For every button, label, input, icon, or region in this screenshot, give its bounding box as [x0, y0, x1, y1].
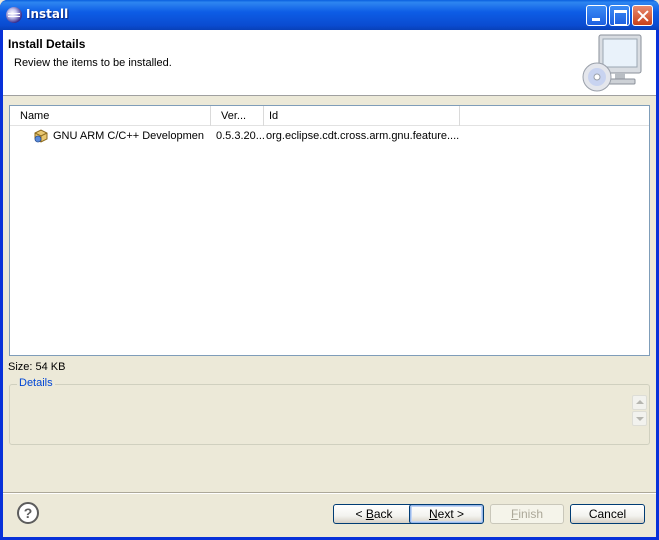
next-label: ext >	[437, 507, 465, 521]
column-header-version[interactable]: Ver...	[216, 106, 264, 126]
finish-button[interactable]: Finish	[490, 504, 564, 524]
back-mnemonic: B	[365, 507, 374, 521]
back-label: ack	[373, 507, 393, 521]
details-group-label: Details	[17, 377, 55, 389]
close-button[interactable]	[632, 5, 653, 26]
item-name: GNU ARM C/C++ Developmen	[53, 130, 204, 142]
install-computer-icon	[582, 34, 642, 92]
window-title: Install	[26, 7, 69, 21]
table-header: Name Ver... Id	[10, 106, 649, 126]
dialog-client-area: Install Details Review the items to be i…	[3, 30, 656, 537]
title-bar[interactable]: Install	[0, 0, 659, 30]
cancel-button[interactable]: Cancel	[570, 504, 645, 524]
install-items-table[interactable]: Name Ver... Id GNU ARM C/C++ Developmen …	[9, 105, 650, 356]
eclipse-icon	[6, 7, 22, 23]
finish-label: inish	[518, 507, 544, 521]
page-subtitle: Review the items to be installed.	[14, 57, 172, 69]
next-mnemonic: N	[428, 507, 438, 521]
help-icon[interactable]: ?	[17, 502, 39, 524]
back-button[interactable]: < Back	[333, 504, 415, 524]
column-header-name[interactable]: Name	[15, 106, 211, 126]
next-button[interactable]: Next >	[409, 504, 484, 524]
minimize-button[interactable]	[586, 5, 607, 26]
install-window: Install Install Details Review the items…	[0, 0, 659, 540]
scroll-down-arrow-icon[interactable]	[632, 411, 647, 426]
size-label: Size: 54 KB	[8, 361, 66, 373]
scroll-up-arrow-icon[interactable]	[632, 395, 647, 410]
back-prefix: <	[355, 507, 366, 521]
table-row[interactable]: GNU ARM C/C++ Developmen 0.5.3.20... org…	[10, 127, 649, 145]
item-version: 0.5.3.20...	[216, 130, 264, 142]
page-title: Install Details	[8, 37, 86, 51]
button-bar-separator	[3, 492, 656, 494]
maximize-button[interactable]	[609, 5, 630, 26]
header-banner: Install Details Review the items to be i…	[3, 30, 656, 96]
details-group: Details	[9, 377, 650, 445]
feature-plugin-icon	[34, 129, 48, 143]
column-header-id[interactable]: Id	[264, 106, 460, 126]
item-id: org.eclipse.cdt.cross.arm.gnu.feature...…	[266, 130, 460, 142]
